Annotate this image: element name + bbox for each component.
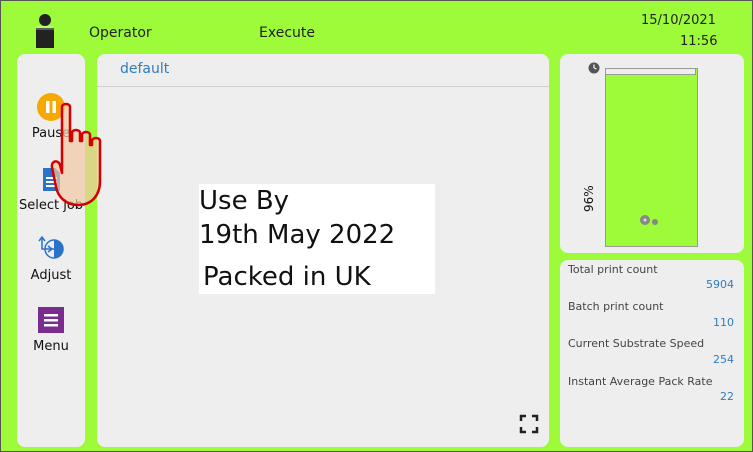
job-preview-panel: default Use By 19th May 2022 Packed in U…: [97, 54, 549, 447]
user-icon[interactable]: [28, 14, 62, 48]
adjust-button[interactable]: Adjust: [17, 234, 85, 283]
ink-level-panel: 96%: [560, 54, 744, 253]
stat-value-total: 5904: [706, 278, 734, 291]
pointing-hand-icon: [50, 102, 102, 207]
stats-panel: Total print count 5904 Batch print count…: [560, 260, 744, 447]
printer-mode: Execute: [259, 25, 315, 41]
divider: [97, 86, 549, 87]
preview-line-use-by: Use By: [199, 186, 290, 216]
stat-label-speed: Current Substrate Speed: [568, 337, 705, 350]
job-name[interactable]: default: [120, 61, 169, 77]
menu-button[interactable]: Menu: [17, 305, 85, 354]
stat-label-batch: Batch print count: [568, 300, 664, 313]
ink-level-percent: 96%: [582, 185, 596, 212]
label-preview: Use By 19th May 2022 Packed in UK: [199, 184, 435, 294]
preview-line-packed: Packed in UK: [203, 262, 371, 292]
menu-label: Menu: [33, 339, 69, 354]
ink-reel-icon: [640, 215, 658, 225]
adjust-icon: [38, 235, 64, 259]
date-display: 15/10/2021: [641, 13, 716, 28]
header-bar: Operator Execute 15/10/2021 11:56: [1, 1, 752, 51]
ink-empty-region: [605, 68, 696, 75]
stat-value-pack-rate: 22: [720, 390, 734, 403]
printer-screen: Operator Execute 15/10/2021 11:56 Pause …: [0, 0, 753, 452]
user-role: Operator: [89, 25, 152, 41]
stat-value-batch: 110: [713, 316, 734, 329]
stat-label-total: Total print count: [568, 263, 658, 276]
clock-icon: [588, 62, 600, 74]
stat-label-pack-rate: Instant Average Pack Rate: [568, 375, 713, 388]
stat-value-speed: 254: [713, 353, 734, 366]
preview-line-date: 19th May 2022: [199, 220, 396, 250]
adjust-label: Adjust: [30, 268, 72, 283]
time-display: 11:56: [680, 34, 718, 49]
fullscreen-icon[interactable]: [519, 414, 539, 434]
menu-icon: [38, 307, 64, 333]
